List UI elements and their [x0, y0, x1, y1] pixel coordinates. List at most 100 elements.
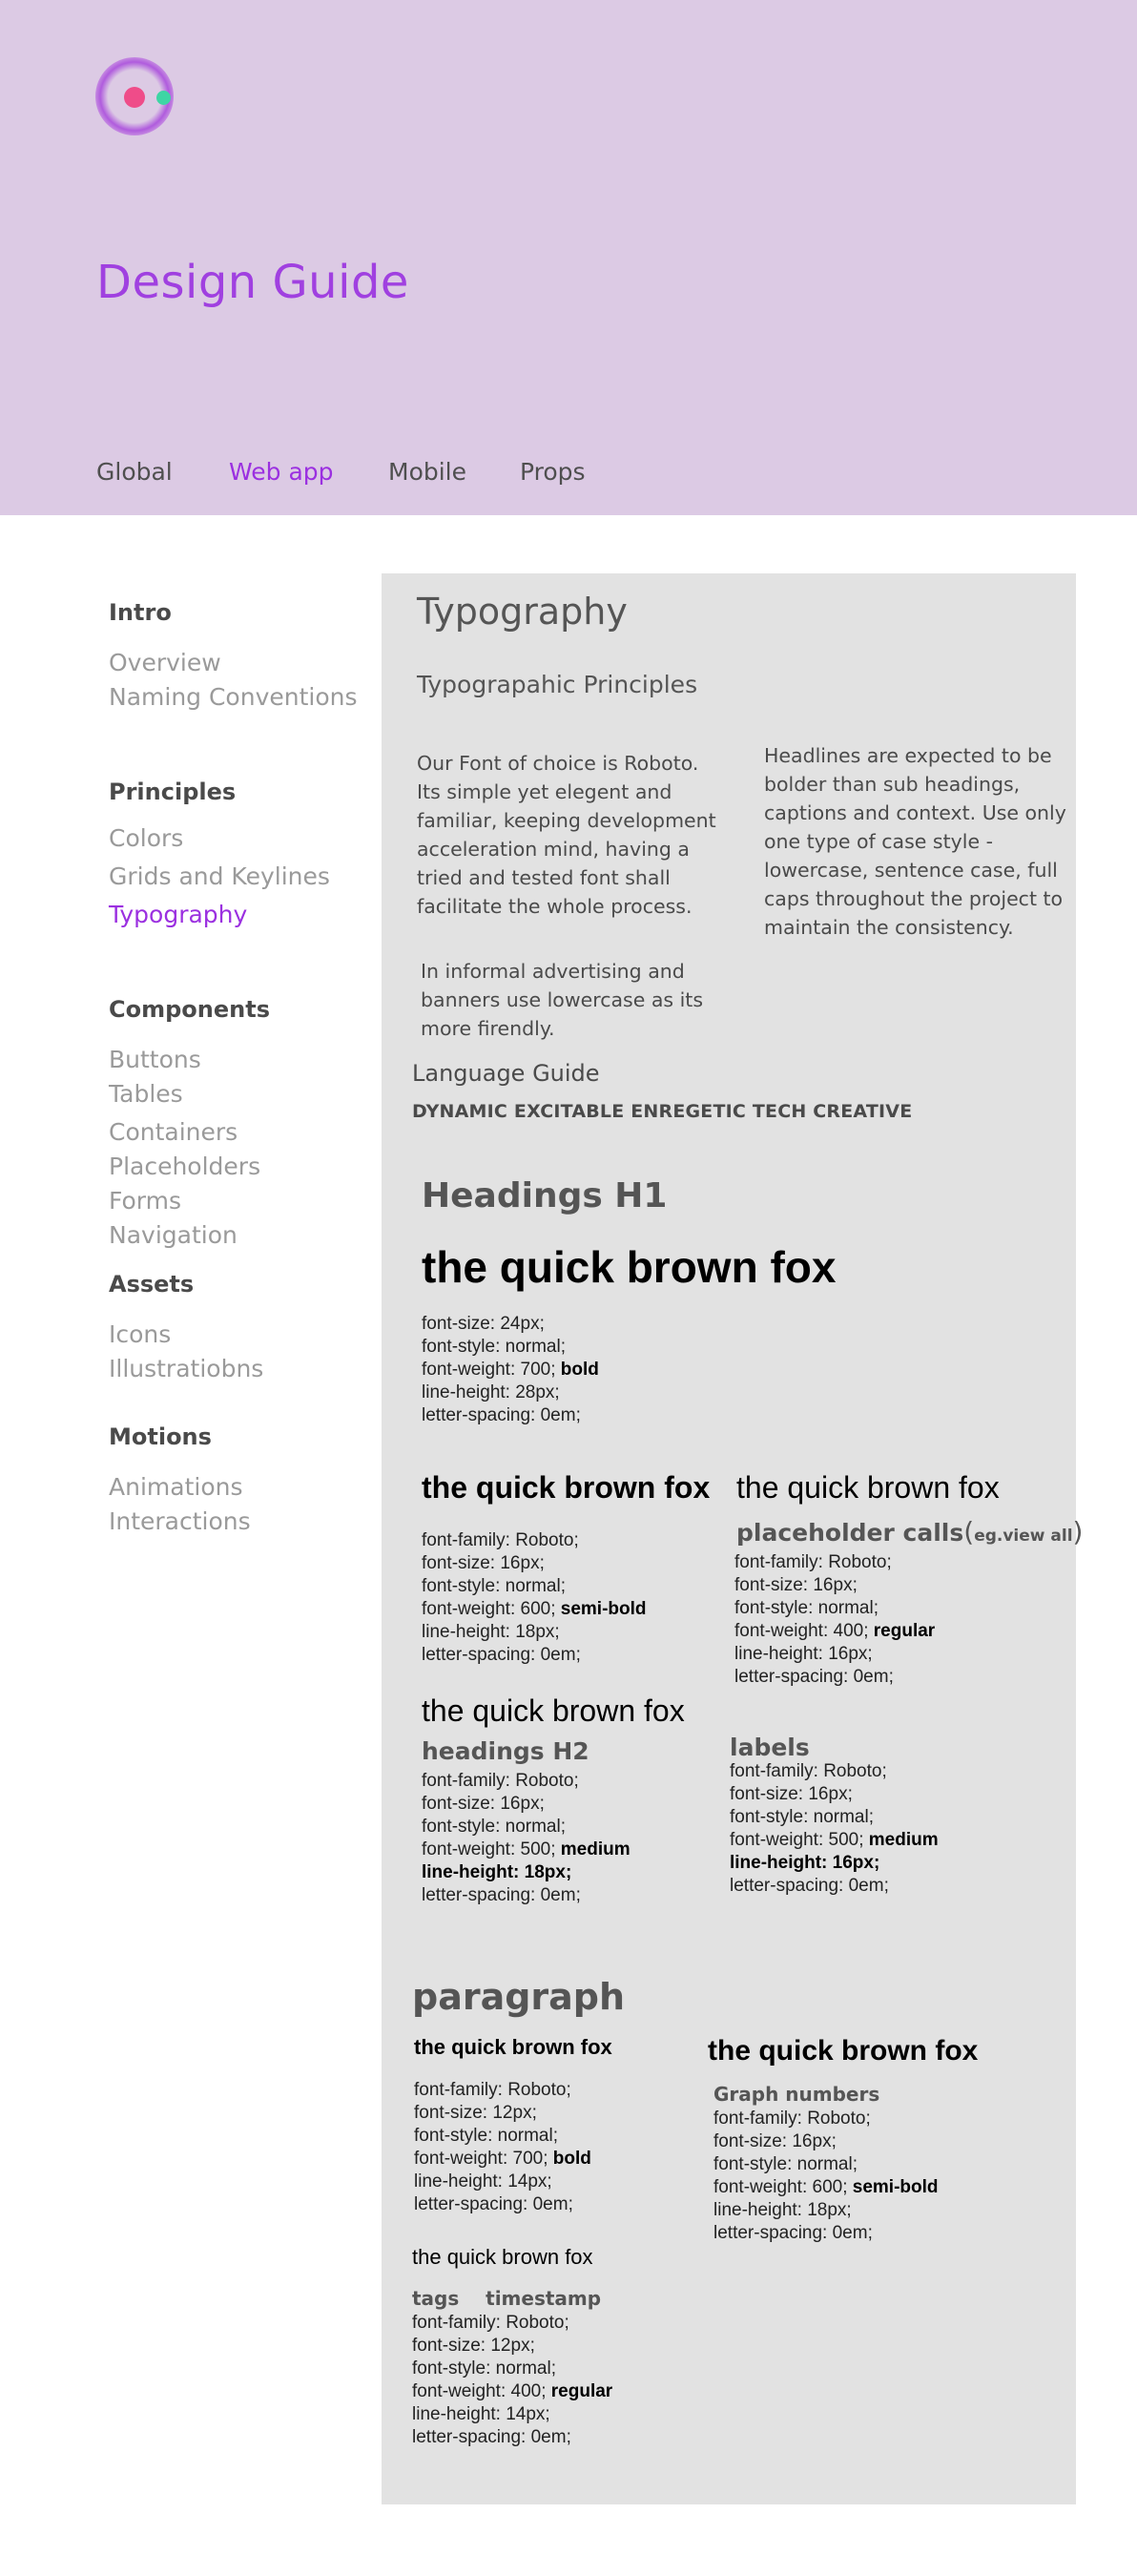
- tab-global[interactable]: Global: [96, 458, 173, 486]
- graph-numbers-label: Graph numbers: [713, 2083, 880, 2106]
- sidebar-item-typography[interactable]: Typography: [109, 901, 247, 928]
- sidebar-item-tables[interactable]: Tables: [109, 1080, 183, 1108]
- tab-web-app[interactable]: Web app: [229, 458, 334, 486]
- principles-paragraph-informal: In informal advertising and banners use …: [421, 960, 704, 1040]
- tab-mobile[interactable]: Mobile: [388, 458, 466, 486]
- sidebar-item-icons[interactable]: Icons: [109, 1320, 171, 1348]
- spec-line: letter-spacing: 0em;: [422, 1885, 581, 1905]
- sidebar-item-naming-conventions[interactable]: Naming Conventions: [109, 683, 358, 711]
- h2-label: headings H2: [422, 1737, 589, 1765]
- h1-sample: the quick brown fox: [422, 1242, 837, 1292]
- spec-line: font-size: 16px;: [422, 1794, 545, 1814]
- sidebar-heading-principles: Principles: [109, 779, 237, 805]
- spec-weight: font-weight: 500;: [422, 1839, 556, 1859]
- spec-weight-word: medium: [868, 1830, 939, 1850]
- placeholder-paren-open: (: [963, 1516, 975, 1548]
- placeholder-sample: the quick brown fox: [736, 1470, 1000, 1505]
- typography-panel: Typography Typograpahic Principles Our F…: [382, 573, 1083, 2504]
- spec-line: line-height: 18px;: [422, 1862, 572, 1882]
- sidebar-item-placeholders[interactable]: Placeholders: [109, 1153, 260, 1180]
- spec-line: line-height: 14px;: [414, 2171, 552, 2192]
- sidebar-item-colors[interactable]: Colors: [109, 824, 183, 852]
- paragraph-label: paragraph: [412, 1976, 626, 2018]
- tags-timestamp-label: tags timestamp: [412, 2287, 602, 2310]
- tags-spec: font-family: Roboto; font-size: 12px; fo…: [412, 2312, 612, 2449]
- spec-weight-word: bold: [560, 1360, 599, 1380]
- spec-line: font-size: 12px;: [412, 2336, 535, 2356]
- spec-line: font-family: Roboto;: [414, 2080, 571, 2100]
- spec-line: font-weight: 500; medium: [730, 1829, 939, 1852]
- sidebar-heading-intro: Intro: [109, 599, 172, 626]
- section-subtitle: Typograpahic Principles: [417, 671, 698, 698]
- spec-line: font-size: 12px;: [414, 2103, 537, 2123]
- spec-line: line-height: 14px;: [412, 2404, 550, 2424]
- spec-line: font-size: 16px;: [422, 1553, 545, 1573]
- sidebar-item-illustrations[interactable]: Illustratiobns: [109, 1355, 263, 1382]
- spec-weight-word: regular: [873, 1621, 936, 1641]
- spec-weight: font-weight: 400;: [412, 2381, 547, 2401]
- sidebar-item-forms[interactable]: Forms: [109, 1187, 181, 1215]
- spec-line: font-weight: 400; regular: [412, 2380, 612, 2403]
- spec-line: font-style: normal;: [713, 2154, 858, 2174]
- spec-weight-word: regular: [550, 2381, 613, 2401]
- spec-line: font-style: normal;: [422, 1576, 566, 1596]
- sidebar-item-buttons[interactable]: Buttons: [109, 1046, 201, 1073]
- placeholder-label: placeholder calls(eg.view all): [736, 1516, 1083, 1548]
- sidebar-item-interactions[interactable]: Interactions: [109, 1507, 251, 1535]
- sidebar-item-overview[interactable]: Overview: [109, 649, 221, 676]
- top-nav: Global Web app Mobile Props: [0, 458, 1137, 496]
- spec-weight-word: medium: [560, 1839, 631, 1859]
- spec-weight: font-weight: 700;: [414, 2149, 548, 2169]
- spec-line: font-family: Roboto;: [422, 1530, 579, 1550]
- spec-line: font-family: Roboto;: [422, 1771, 579, 1791]
- spec-weight-word: semi-bold: [852, 2177, 939, 2197]
- tab-props[interactable]: Props: [520, 458, 586, 486]
- h1-spec: font-size: 24px; font-style: normal; fon…: [422, 1313, 599, 1427]
- h2-sample: the quick brown fox: [422, 1693, 685, 1728]
- logo: [95, 57, 174, 135]
- sidebar-heading-assets: Assets: [109, 1271, 195, 1298]
- logo-green-dot: [156, 91, 171, 105]
- sidebar-heading-components: Components: [109, 996, 270, 1023]
- logo-pink-dot: [124, 87, 145, 108]
- sidebar-item-animations[interactable]: Animations: [109, 1473, 242, 1501]
- spec-line: font-style: normal;: [414, 2126, 558, 2146]
- spec-line: line-height: 16px;: [730, 1853, 880, 1873]
- paragraph-spec: font-family: Roboto; font-size: 12px; fo…: [414, 2079, 591, 2216]
- spec-line: line-height: 28px;: [422, 1382, 560, 1402]
- tags-sample: the quick brown fox: [412, 2245, 593, 2269]
- spec-line: font-size: 16px;: [734, 1575, 858, 1595]
- sidebar-item-navigation[interactable]: Navigation: [109, 1221, 238, 1249]
- spec-line: font-style: normal;: [422, 1337, 566, 1357]
- spec-weight: font-weight: 600;: [422, 1599, 556, 1619]
- language-guide-words: DYNAMIC EXCITABLE ENREGETIC TECH CREATIV…: [412, 1101, 913, 1122]
- graph-numbers-spec: font-family: Roboto; font-size: 16px; fo…: [713, 2108, 939, 2245]
- spec-line: letter-spacing: 0em;: [730, 1876, 889, 1896]
- spec-line: font-weight: 700; bold: [422, 1359, 599, 1381]
- spec-line: font-style: normal;: [422, 1817, 566, 1837]
- spec-line: font-family: Roboto;: [730, 1761, 887, 1781]
- spec-weight: font-weight: 700;: [422, 1360, 556, 1380]
- spec-line: font-size: 24px;: [422, 1314, 545, 1334]
- spec-weight-word: bold: [552, 2149, 591, 2169]
- spec-line: font-style: normal;: [730, 1807, 874, 1827]
- spec-line: letter-spacing: 0em;: [412, 2427, 571, 2447]
- h2-spec: font-family: Roboto; font-size: 16px; fo…: [422, 1770, 631, 1907]
- sidebar-item-grids-and-keylines[interactable]: Grids and Keylines: [109, 862, 330, 890]
- spec-line: letter-spacing: 0em;: [414, 2194, 573, 2214]
- spec-line: font-family: Roboto;: [713, 2109, 871, 2129]
- spec-line: font-weight: 500; medium: [422, 1839, 631, 1861]
- language-guide-heading: Language Guide: [412, 1060, 600, 1087]
- placeholder-paren-close: ): [1072, 1516, 1084, 1548]
- labels-label: labels: [730, 1734, 810, 1761]
- spec-line: font-style: normal;: [412, 2358, 556, 2379]
- sidebar-item-containers[interactable]: Containers: [109, 1118, 238, 1146]
- spec-line: font-size: 16px;: [713, 2131, 837, 2151]
- spec-weight: font-weight: 600;: [713, 2177, 848, 2197]
- spec-line: font-style: normal;: [734, 1598, 879, 1618]
- spec-weight-word: semi-bold: [560, 1599, 647, 1619]
- principles-paragraph-left: Our Font of choice is Roboto. Its simple…: [417, 752, 716, 918]
- subheading-sample: the quick brown fox: [422, 1470, 711, 1505]
- spec-line: font-family: Roboto;: [734, 1552, 892, 1572]
- spec-line: font-weight: 600; semi-bold: [422, 1598, 647, 1621]
